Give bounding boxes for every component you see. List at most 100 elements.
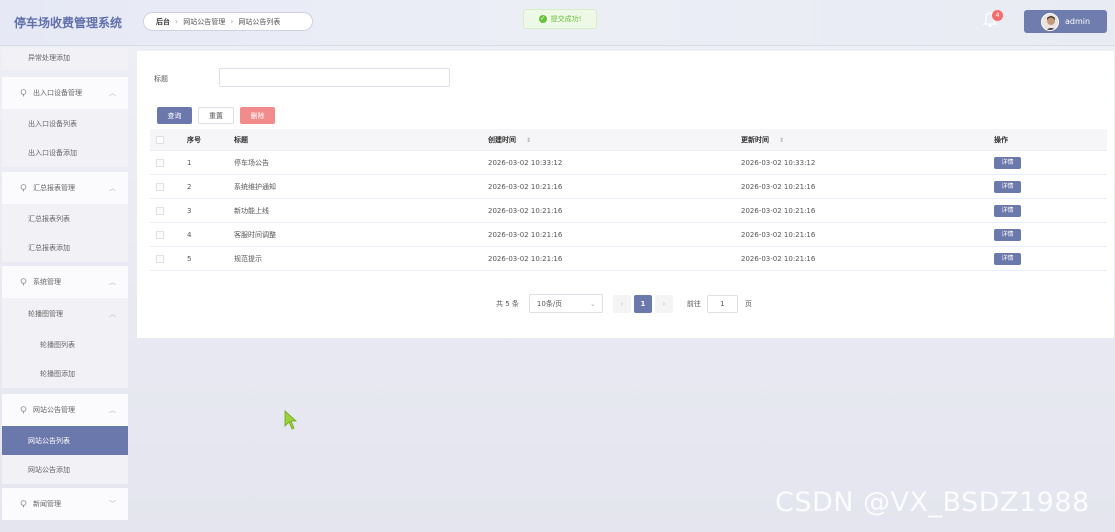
check-circle-icon: ✓ <box>538 15 547 23</box>
goto-page-input[interactable]: 1 <box>706 294 738 313</box>
prev-page-button[interactable]: ‹ <box>612 294 631 313</box>
breadcrumb-item[interactable]: 网站公告管理 <box>183 17 225 27</box>
sidebar-item-exception-add[interactable]: 异常处理添加 <box>2 48 128 70</box>
sidebar-group-header[interactable]: 出入口设备管理 ︿ <box>2 77 128 109</box>
main-panel: 标题 查询 重置 删除 序号 标题 创建时间 ⇕ 更新时间 ⇕ 操作 1 停车场公告… <box>137 51 1114 338</box>
sidebar-item-carousel-add[interactable]: 轮播图添加 <box>2 359 128 388</box>
sidebar-item-gate-device-add[interactable]: 出入口设备添加 <box>2 138 128 167</box>
cell-no: 5 <box>187 254 192 263</box>
table-header-row: 序号 标题 创建时间 ⇕ 更新时间 ⇕ 操作 <box>150 129 1107 151</box>
avatar <box>1041 12 1059 31</box>
chevron-up-icon: ︿ <box>109 89 116 97</box>
sidebar-group-reports: 汇总报表管理 ︿ 汇总报表列表 汇总报表添加 <box>2 172 128 262</box>
breadcrumb-home[interactable]: 后台 <box>156 17 170 27</box>
row-checkbox[interactable] <box>156 206 164 215</box>
row-checkbox[interactable] <box>156 182 164 191</box>
cell-title: 新功能上线 <box>234 206 269 215</box>
sidebar-item-notice-list[interactable]: 网站公告列表 <box>2 426 128 455</box>
sort-icon[interactable]: ⇕ <box>779 137 784 144</box>
cell-created: 2026-03-02 10:21:16 <box>488 182 563 191</box>
sidebar-group-label: 汇总报表管理 <box>33 184 75 192</box>
detail-button[interactable]: 详情 <box>994 252 1021 265</box>
table-row: 1 停车场公告 2026-03-02 10:33:12 2026-03-02 1… <box>150 151 1107 175</box>
pagination-total: 共 5 条 <box>496 299 519 308</box>
app-title: 停车场收费管理系统 <box>14 16 123 30</box>
toast-message: 提交成功! <box>550 15 582 23</box>
location-pin-icon <box>20 278 27 286</box>
cell-no: 2 <box>187 182 192 191</box>
cell-updated: 2026-03-02 10:21:16 <box>741 182 816 191</box>
sidebar-group-header[interactable]: 新闻管理 ﹀ <box>2 488 128 520</box>
query-button[interactable]: 查询 <box>157 107 192 124</box>
page-size-value: 10条/页 <box>536 299 563 308</box>
row-checkbox[interactable] <box>156 254 164 263</box>
next-page-button[interactable]: › <box>654 294 673 313</box>
row-checkbox[interactable] <box>156 158 164 167</box>
title-filter-input[interactable] <box>219 68 450 87</box>
column-header-updated-label: 更新时间 <box>741 135 769 144</box>
column-header-created[interactable]: 创建时间 ⇕ <box>488 135 741 145</box>
goto-label: 前往 <box>686 299 701 308</box>
watermark-text: CSDN @VX_BSDZ1988 <box>775 487 1090 518</box>
cell-created: 2026-03-02 10:21:16 <box>488 230 563 239</box>
cell-title: 停车场公告 <box>234 158 269 167</box>
column-header-created-label: 创建时间 <box>488 135 516 144</box>
location-pin-icon <box>20 184 27 192</box>
chevron-down-icon: ﹀ <box>109 500 116 508</box>
column-header-updated[interactable]: 更新时间 ⇕ <box>741 135 994 145</box>
select-all-checkbox[interactable] <box>156 135 164 144</box>
mouse-cursor-icon <box>284 410 298 430</box>
sidebar-group-header[interactable]: 网站公告管理 ︿ <box>2 394 128 426</box>
sidebar-item-carousel-list[interactable]: 轮播图列表 <box>2 330 128 359</box>
chevron-up-icon: ︿ <box>109 278 116 286</box>
table-row: 3 新功能上线 2026-03-02 10:21:16 2026-03-02 1… <box>150 199 1107 223</box>
sidebar-group-notices: 网站公告管理 ︿ 网站公告列表 网站公告添加 <box>2 394 128 484</box>
detail-button[interactable]: 详情 <box>994 228 1021 241</box>
cell-title: 客服时间调整 <box>234 230 276 239</box>
page-size-select[interactable]: 10条/页 ⌄ <box>528 294 603 313</box>
sidebar-group-gate-devices: 出入口设备管理 ︿ 出入口设备列表 出入口设备添加 <box>2 77 128 167</box>
column-header-no: 序号 <box>187 135 201 144</box>
title-filter-label: 标题 <box>154 75 168 83</box>
user-menu-button[interactable]: admin <box>1024 10 1107 33</box>
detail-button[interactable]: 详情 <box>994 180 1021 193</box>
top-header: 停车场收费管理系统 后台 › 网站公告管理 › 网站公告列表 ✓ 提交成功! 4… <box>0 0 1115 46</box>
sidebar-item-report-add[interactable]: 汇总报表添加 <box>2 233 128 262</box>
sidebar-group-news: 新闻管理 ﹀ <box>2 488 128 520</box>
sort-icon[interactable]: ⇕ <box>526 137 531 144</box>
breadcrumb-separator-icon: › <box>175 17 179 26</box>
sidebar-group-header[interactable]: 系统管理 ︿ <box>2 266 128 298</box>
cell-updated: 2026-03-02 10:33:12 <box>741 158 816 167</box>
sidebar-section: 异常处理添加 <box>2 48 128 70</box>
page-suffix: 页 <box>744 299 752 308</box>
page-number-current[interactable]: 1 <box>633 294 652 313</box>
sidebar-group-label: 系统管理 <box>33 278 61 286</box>
user-name: admin <box>1065 17 1091 26</box>
cell-no: 4 <box>187 230 192 239</box>
sidebar-item-report-list[interactable]: 汇总报表列表 <box>2 204 128 233</box>
sidebar-group-label: 新闻管理 <box>33 500 61 508</box>
sidebar-group-header[interactable]: 汇总报表管理 ︿ <box>2 172 128 204</box>
avatar-image <box>1042 13 1058 30</box>
delete-button[interactable]: 删除 <box>240 107 275 124</box>
location-pin-icon <box>20 89 27 97</box>
table-row: 4 客服时间调整 2026-03-02 10:21:16 2026-03-02 … <box>150 223 1107 247</box>
cell-updated: 2026-03-02 10:21:16 <box>741 254 816 263</box>
cell-title: 规范提示 <box>234 254 262 263</box>
detail-button[interactable]: 详情 <box>994 204 1021 217</box>
table-row: 5 规范提示 2026-03-02 10:21:16 2026-03-02 10… <box>150 247 1107 271</box>
sidebar-item-notice-add[interactable]: 网站公告添加 <box>2 455 128 484</box>
cell-no: 1 <box>187 158 192 167</box>
sidebar: 异常处理添加 出入口设备管理 ︿ 出入口设备列表 出入口设备添加 汇总报表管理 … <box>2 48 128 532</box>
reset-button[interactable]: 重置 <box>198 107 234 124</box>
sidebar-subgroup-carousel[interactable]: 轮播图管理 ︿ <box>2 298 128 330</box>
pagination: 共 5 条 10条/页 ⌄ ‹ 1 › 前往 1 页 <box>496 294 752 313</box>
row-checkbox[interactable] <box>156 230 164 239</box>
sidebar-group-label: 出入口设备管理 <box>33 89 82 97</box>
sidebar-item-gate-device-list[interactable]: 出入口设备列表 <box>2 109 128 138</box>
chevron-up-icon: ︿ <box>109 310 116 318</box>
detail-button[interactable]: 详情 <box>994 156 1021 169</box>
breadcrumb-separator-icon: › <box>230 17 234 26</box>
notification-badge: 4 <box>992 10 1003 21</box>
location-pin-icon <box>20 500 27 508</box>
